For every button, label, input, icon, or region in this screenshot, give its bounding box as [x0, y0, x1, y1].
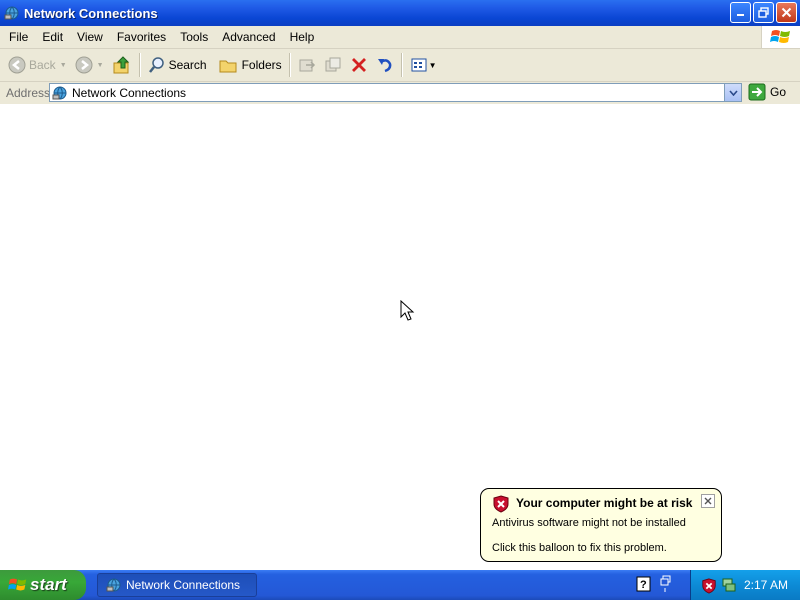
menu-edit[interactable]: Edit	[35, 26, 70, 48]
mouse-cursor-icon	[400, 300, 415, 321]
address-bar: Address Network Connections Go	[0, 82, 800, 105]
delete-icon	[351, 58, 366, 72]
windows-flag-icon	[8, 578, 27, 591]
network-activity-icon[interactable]	[658, 575, 674, 593]
copy-to-button[interactable]	[320, 52, 346, 78]
toolbar-separator	[400, 53, 403, 77]
restore-icon	[758, 7, 769, 18]
security-alert-balloon[interactable]: Your computer might be at risk Antivirus…	[480, 488, 722, 562]
search-label: Search	[168, 58, 207, 72]
views-icon	[411, 58, 427, 72]
chevron-down-icon	[728, 89, 738, 96]
go-button[interactable]: Go	[748, 83, 786, 101]
search-button[interactable]: Search	[144, 52, 211, 78]
windows-logo-icon	[761, 26, 800, 48]
menu-tools[interactable]: Tools	[173, 26, 215, 48]
close-icon	[781, 7, 792, 18]
toolbar: Back ▼ ▼ Search Folders ▼	[0, 49, 800, 82]
taskbar: start Network Connections ? 2:17 AM	[0, 570, 800, 600]
delete-button[interactable]	[346, 52, 372, 78]
undo-icon	[377, 59, 391, 73]
help-icon[interactable]: ?	[636, 575, 652, 593]
address-dropdown-button[interactable]	[724, 84, 741, 101]
folders-button[interactable]: Folders	[215, 52, 286, 78]
network-connections-icon	[4, 6, 19, 20]
menu-favorites[interactable]: Favorites	[110, 26, 173, 48]
start-label: start	[30, 575, 67, 594]
back-label: Back	[29, 58, 56, 72]
back-dropdown-icon[interactable]: ▼	[60, 62, 67, 69]
balloon-close-button[interactable]	[701, 494, 715, 508]
address-value: Network Connections	[72, 85, 187, 100]
move-to-button[interactable]	[294, 52, 320, 78]
forward-arrow-icon	[75, 56, 93, 74]
security-alert-icon[interactable]	[701, 578, 717, 594]
go-arrow-icon	[748, 83, 766, 101]
menu-file[interactable]: File	[0, 26, 35, 48]
up-folder-button[interactable]	[108, 52, 136, 78]
taskbar-item-network-connections[interactable]: Network Connections	[97, 573, 257, 597]
network-tray-icon[interactable]	[721, 577, 737, 593]
toolbar-separator	[138, 53, 141, 77]
title-bar[interactable]: Network Connections	[0, 0, 800, 26]
minimize-button[interactable]	[730, 2, 751, 23]
address-input[interactable]: Network Connections	[49, 83, 742, 102]
copy-to-icon	[325, 57, 341, 72]
start-button[interactable]: start	[0, 570, 86, 600]
menu-advanced[interactable]: Advanced	[215, 26, 282, 48]
security-shield-icon	[493, 495, 509, 513]
balloon-action-text: Click this balloon to fix this problem.	[492, 542, 667, 554]
views-button[interactable]: ▼	[406, 52, 441, 78]
menu-view[interactable]: View	[70, 26, 110, 48]
search-icon	[148, 57, 164, 73]
forward-button[interactable]: ▼	[71, 52, 108, 78]
svg-text:?: ?	[640, 579, 647, 591]
views-dropdown-icon: ▼	[428, 60, 437, 70]
back-button[interactable]: Back ▼	[4, 52, 71, 78]
forward-dropdown-icon[interactable]: ▼	[97, 62, 104, 69]
undo-button[interactable]	[372, 52, 398, 78]
folders-icon	[219, 60, 237, 73]
minimize-icon	[737, 14, 744, 16]
folders-label: Folders	[241, 58, 282, 72]
close-button[interactable]	[776, 2, 797, 23]
balloon-message: Antivirus software might not be installe…	[492, 517, 686, 529]
up-folder-icon	[113, 56, 129, 74]
clock[interactable]: 2:17 AM	[744, 578, 788, 592]
system-tray: 2:17 AM	[690, 570, 800, 600]
move-to-icon	[299, 59, 315, 72]
network-connections-icon	[52, 86, 67, 99]
network-connections-icon	[106, 578, 121, 592]
menu-bar: File Edit View Favorites Tools Advanced …	[0, 26, 800, 49]
toolbar-separator	[288, 53, 291, 77]
menu-help[interactable]: Help	[283, 26, 322, 48]
taskbar-item-label: Network Connections	[126, 578, 241, 592]
address-label: Address	[6, 86, 51, 100]
window-title: Network Connections	[24, 5, 158, 21]
back-arrow-icon	[8, 56, 26, 74]
balloon-title: Your computer might be at risk	[516, 496, 693, 510]
go-label: Go	[770, 85, 787, 99]
restore-button[interactable]	[753, 2, 774, 23]
close-icon	[704, 497, 712, 505]
